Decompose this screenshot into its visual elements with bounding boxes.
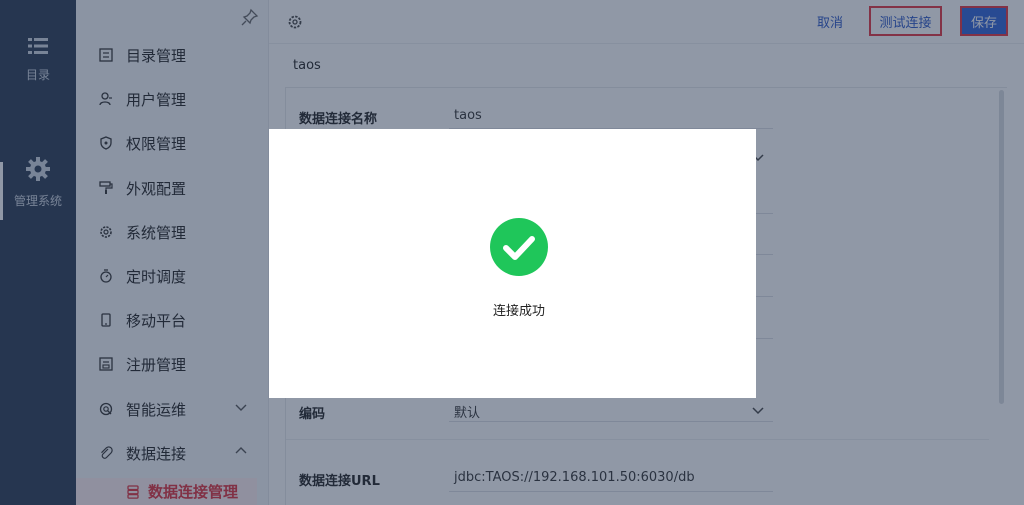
success-dialog: 连接成功	[269, 129, 756, 398]
dialog-message: 连接成功	[492, 304, 545, 319]
success-check-icon	[490, 218, 548, 276]
